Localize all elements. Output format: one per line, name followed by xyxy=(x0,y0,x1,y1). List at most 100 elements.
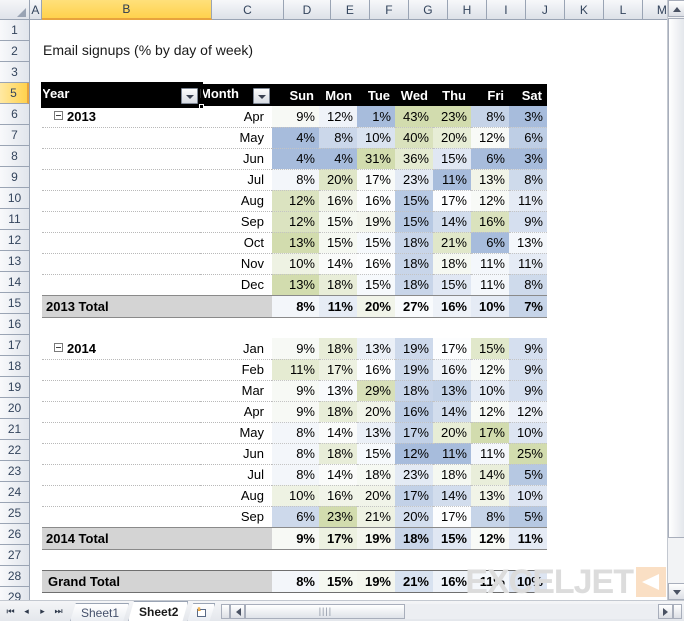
split-handle[interactable] xyxy=(221,603,231,619)
value-cell[interactable]: 31% xyxy=(357,148,395,170)
month-cell[interactable]: Aug xyxy=(200,485,272,507)
value-cell[interactable]: 13% xyxy=(471,169,509,191)
row-header-1[interactable]: 1 xyxy=(0,20,29,41)
value-cell[interactable]: 13% xyxy=(357,422,395,444)
row-header-27[interactable]: 27 xyxy=(0,545,29,566)
value-cell[interactable]: 23% xyxy=(433,106,471,128)
group-total-value-cell[interactable]: 7% xyxy=(509,294,547,318)
row-header-11[interactable]: 11 xyxy=(0,209,29,230)
value-cell[interactable]: 3% xyxy=(509,106,547,128)
month-cell[interactable]: Mar xyxy=(200,380,272,402)
value-cell[interactable]: 9% xyxy=(509,380,547,402)
month-cell[interactable]: Jul xyxy=(200,464,272,486)
value-cell[interactable]: 16% xyxy=(357,253,395,275)
year-group-cell[interactable] xyxy=(42,253,200,275)
row-header-19[interactable]: 19 xyxy=(0,377,29,398)
row-header-28[interactable]: 28 xyxy=(0,566,29,587)
group-total-value-cell[interactable]: 17% xyxy=(319,526,357,550)
row-header-14[interactable]: 14 xyxy=(0,272,29,293)
value-cell[interactable]: 21% xyxy=(357,506,395,528)
pivot-table[interactable]: Year Month Sun Mon Tue Wed Thu Fri Sat 2013 Apr 9% 1… xyxy=(41,82,547,593)
value-cell[interactable]: 11% xyxy=(509,253,547,275)
value-cell[interactable]: 16% xyxy=(471,211,509,233)
day-header-wed[interactable]: Wed xyxy=(395,84,433,106)
column-header-b[interactable]: B xyxy=(42,0,212,20)
row-header-22[interactable]: 22 xyxy=(0,440,29,461)
new-sheet-icon[interactable] xyxy=(187,603,215,621)
value-cell[interactable]: 20% xyxy=(395,506,433,528)
value-cell[interactable]: 11% xyxy=(471,443,509,465)
value-cell[interactable]: 13% xyxy=(272,274,319,296)
table-row[interactable]: Jul 8% 20% 17% 23% 11% 13% 8% xyxy=(42,169,547,191)
value-cell[interactable]: 18% xyxy=(319,401,357,423)
value-cell[interactable]: 8% xyxy=(319,127,357,149)
table-row[interactable]: Jun 4% 4% 31% 36% 15% 6% 3% xyxy=(42,148,547,170)
day-header-tue[interactable]: Tue xyxy=(357,84,395,106)
value-cell[interactable]: 18% xyxy=(433,253,471,275)
value-cell[interactable]: 13% xyxy=(433,380,471,402)
year-group-cell[interactable] xyxy=(42,506,200,528)
next-sheet-icon[interactable]: ▸ xyxy=(35,604,50,619)
column-header-h[interactable]: H xyxy=(448,0,487,20)
year-group-cell[interactable]: 2013 xyxy=(42,106,200,128)
value-cell[interactable]: 16% xyxy=(319,190,357,212)
value-cell[interactable]: 12% xyxy=(471,127,509,149)
group-total-row[interactable]: 2013 Total 8% 11% 20% 27% 16% 10% 7% xyxy=(42,294,547,318)
value-cell[interactable]: 18% xyxy=(433,464,471,486)
month-cell[interactable]: May xyxy=(200,422,272,444)
row-header-24[interactable]: 24 xyxy=(0,482,29,503)
table-row[interactable]: May 8% 14% 13% 17% 20% 17% 10% xyxy=(42,422,547,444)
value-cell[interactable]: 15% xyxy=(357,443,395,465)
value-cell[interactable]: 1% xyxy=(357,106,395,128)
value-cell[interactable]: 4% xyxy=(272,127,319,149)
month-cell[interactable]: Dec xyxy=(200,274,272,296)
value-cell[interactable]: 18% xyxy=(395,253,433,275)
value-cell[interactable]: 16% xyxy=(319,485,357,507)
year-group-cell[interactable] xyxy=(42,190,200,212)
row-header-18[interactable]: 18 xyxy=(0,356,29,377)
value-cell[interactable]: 3% xyxy=(509,148,547,170)
table-row[interactable]: Nov 10% 14% 16% 18% 18% 11% 11% xyxy=(42,253,547,275)
group-total-value-cell[interactable]: 19% xyxy=(357,526,395,550)
value-cell[interactable]: 12% xyxy=(509,401,547,423)
month-cell[interactable]: Jan xyxy=(200,338,272,360)
value-cell[interactable]: 19% xyxy=(395,338,433,360)
value-cell[interactable]: 23% xyxy=(395,464,433,486)
year-group-cell[interactable] xyxy=(42,359,200,381)
horizontal-scroll-track[interactable]: |||| xyxy=(245,603,658,619)
value-cell[interactable]: 20% xyxy=(433,127,471,149)
value-cell[interactable]: 8% xyxy=(509,274,547,296)
group-total-value-cell[interactable]: 27% xyxy=(395,294,433,318)
year-group-cell[interactable] xyxy=(42,274,200,296)
split-handle-right[interactable] xyxy=(673,603,682,619)
value-cell[interactable]: 16% xyxy=(357,359,395,381)
row-header-6[interactable]: 6 xyxy=(0,104,29,125)
value-cell[interactable]: 17% xyxy=(433,338,471,360)
group-total-value-cell[interactable]: 12% xyxy=(471,526,509,550)
value-cell[interactable]: 6% xyxy=(509,127,547,149)
value-cell[interactable]: 20% xyxy=(319,169,357,191)
table-row[interactable]: 2013 Apr 9% 12% 1% 43% 23% 8% 3% xyxy=(42,106,547,128)
value-cell[interactable]: 8% xyxy=(471,506,509,528)
group-total-value-cell[interactable]: 8% xyxy=(272,294,319,318)
value-cell[interactable]: 8% xyxy=(272,169,319,191)
value-cell[interactable]: 23% xyxy=(319,506,357,528)
value-cell[interactable]: 9% xyxy=(509,359,547,381)
row-header-8[interactable]: 8 xyxy=(0,146,29,167)
group-total-row[interactable]: 2014 Total 9% 17% 19% 18% 15% 12% 11% xyxy=(42,526,547,550)
day-header-mon[interactable]: Mon xyxy=(319,84,357,106)
value-cell[interactable]: 17% xyxy=(357,169,395,191)
grand-total-value-cell[interactable]: 8% xyxy=(272,569,319,593)
month-cell[interactable]: Sep xyxy=(200,211,272,233)
value-cell[interactable]: 8% xyxy=(471,106,509,128)
value-cell[interactable]: 9% xyxy=(272,338,319,360)
vertical-scroll-thumb[interactable] xyxy=(668,18,684,538)
grand-total-value-cell[interactable]: 19% xyxy=(357,569,395,593)
value-cell[interactable]: 20% xyxy=(357,485,395,507)
value-cell[interactable]: 11% xyxy=(509,190,547,212)
month-cell[interactable]: Aug xyxy=(200,190,272,212)
value-cell[interactable]: 18% xyxy=(395,380,433,402)
value-cell[interactable]: 17% xyxy=(395,422,433,444)
scroll-left-icon[interactable] xyxy=(230,603,246,619)
value-cell[interactable]: 13% xyxy=(357,338,395,360)
